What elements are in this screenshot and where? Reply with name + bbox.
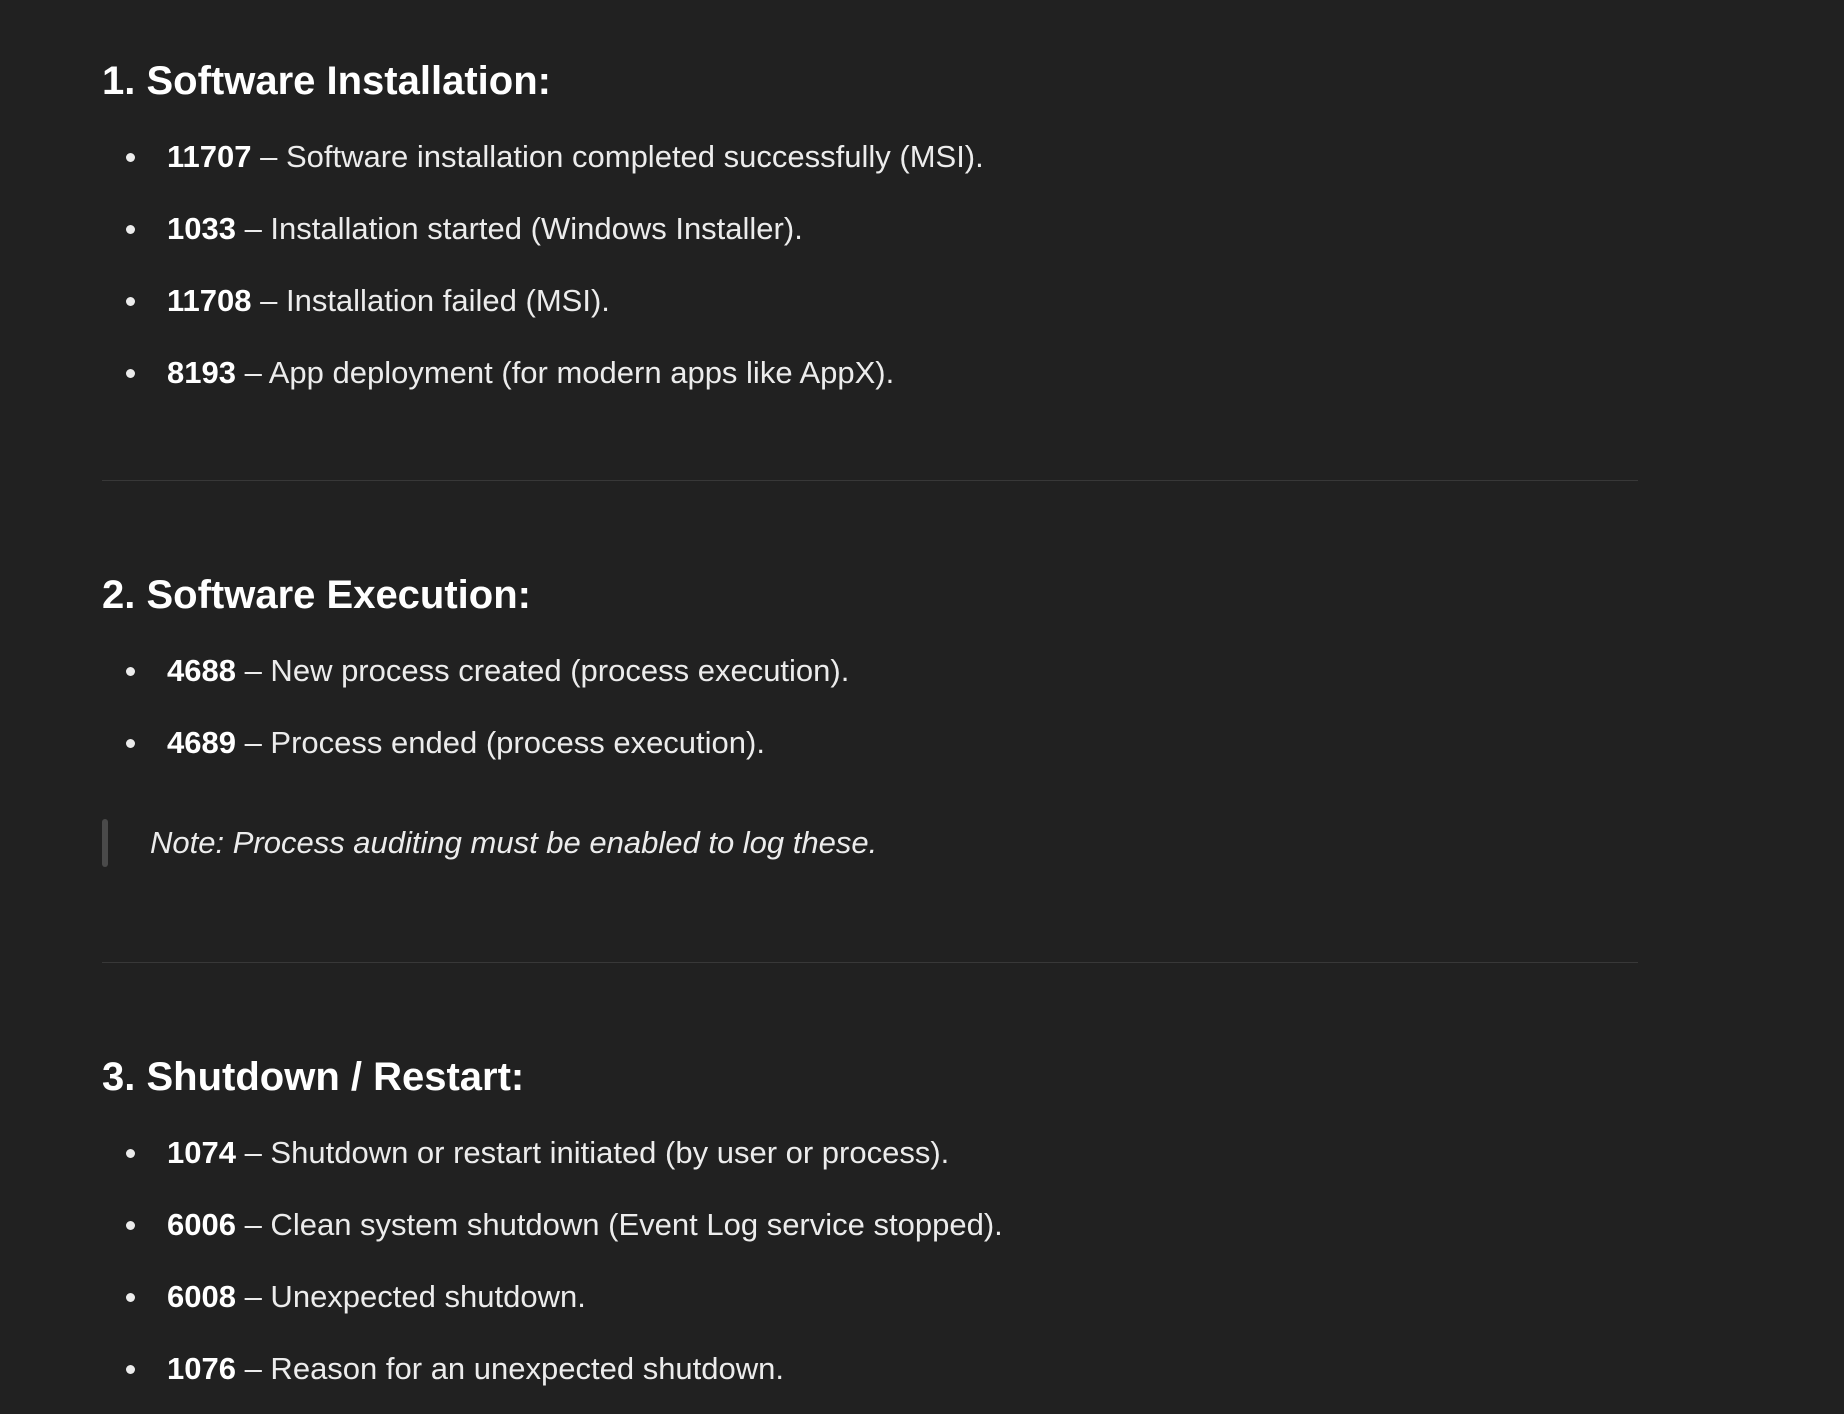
event-description: – App deployment (for modern apps like A… — [235, 355, 895, 390]
blockquote-bar — [102, 819, 108, 867]
event-description: – Clean system shutdown (Event Log servi… — [235, 1207, 1003, 1242]
event-id: 6008 — [167, 1279, 236, 1314]
event-id: 11707 — [167, 139, 252, 174]
bullet-icon — [126, 153, 135, 162]
bullet-icon — [126, 1149, 135, 1158]
section-divider — [102, 962, 1638, 963]
bullet-icon — [126, 1221, 135, 1230]
event-description: – Installation started (Windows Installe… — [235, 211, 803, 246]
bullet-icon — [126, 297, 135, 306]
event-id: 11708 — [167, 283, 252, 318]
section-heading-shutdown-restart: 3. Shutdown / Restart: — [102, 1055, 525, 1099]
bullet-icon — [126, 739, 135, 748]
event-id: 8193 — [167, 355, 236, 390]
section-divider — [102, 480, 1638, 481]
bullet-icon — [126, 369, 135, 378]
bullet-icon — [126, 1365, 135, 1374]
event-id: 1074 — [167, 1135, 236, 1170]
section-heading-software-execution: 2. Software Execution: — [102, 573, 531, 617]
event-description: – Unexpected shutdown. — [235, 1279, 586, 1314]
event-id: 4689 — [167, 725, 236, 760]
event-description: – Installation failed (MSI). — [251, 283, 610, 318]
note-text: Note: Process auditing must be enabled t… — [150, 825, 878, 860]
event-id: 4688 — [167, 653, 236, 688]
event-description: – Shutdown or restart initiated (by user… — [235, 1135, 950, 1170]
section-heading-software-installation: 1. Software Installation: — [102, 59, 551, 103]
bullet-icon — [126, 225, 135, 234]
bullet-icon — [126, 667, 135, 676]
event-id: 1076 — [167, 1351, 236, 1386]
event-description: – Reason for an unexpected shutdown. — [235, 1351, 785, 1386]
event-description: – Process ended (process execution). — [235, 725, 765, 760]
event-description: – New process created (process execution… — [235, 653, 850, 688]
bullet-icon — [126, 1293, 135, 1302]
event-id: 6006 — [167, 1207, 236, 1242]
event-description: – Software installation completed succes… — [251, 139, 984, 174]
event-id: 1033 — [167, 211, 236, 246]
